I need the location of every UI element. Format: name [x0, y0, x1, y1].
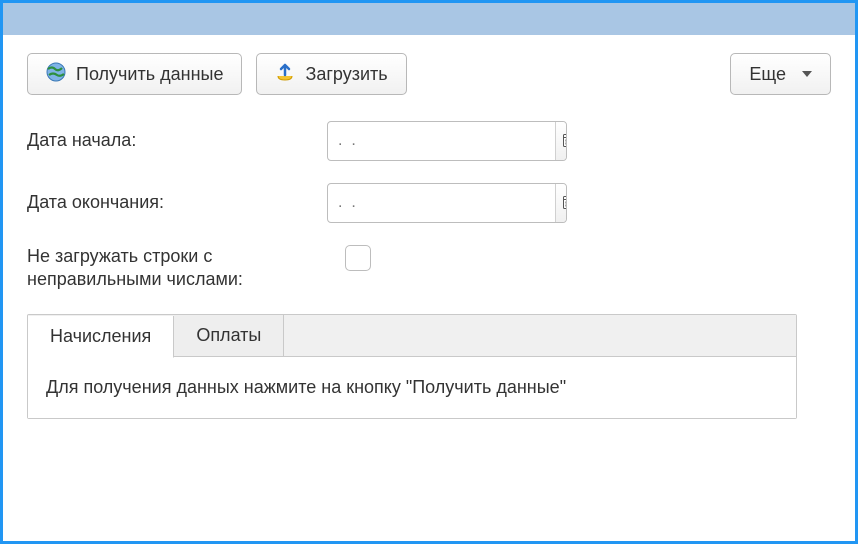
tab-charges-body: Для получения данных нажмите на кнопку "…	[28, 357, 796, 418]
upload-icon	[275, 62, 295, 87]
start-date-label: Дата начала:	[27, 129, 327, 152]
start-date-input[interactable]	[328, 122, 555, 160]
globe-icon	[46, 62, 66, 87]
more-label: Еще	[749, 64, 786, 85]
charges-hint-text: Для получения данных нажмите на кнопку "…	[46, 377, 566, 397]
start-date-row: Дата начала:	[27, 121, 831, 161]
more-button[interactable]: Еще	[730, 53, 831, 95]
end-date-label: Дата окончания:	[27, 191, 327, 214]
skip-bad-rows-row: Не загружать строки с неправильными числ…	[27, 245, 831, 292]
tab-payments[interactable]: Оплаты	[174, 315, 284, 356]
get-data-button[interactable]: Получить данные	[27, 53, 242, 95]
end-date-field	[327, 183, 567, 223]
calendar-icon	[562, 132, 567, 151]
upload-button[interactable]: Загрузить	[256, 53, 406, 95]
toolbar: Получить данные Загрузить Еще	[27, 53, 831, 95]
get-data-label: Получить данные	[76, 64, 223, 85]
upload-label: Загрузить	[305, 64, 387, 85]
end-date-input[interactable]	[328, 184, 555, 222]
tab-charges[interactable]: Начисления	[28, 316, 174, 358]
chevron-down-icon	[802, 71, 812, 77]
tabstrip: Начисления Оплаты	[28, 315, 796, 357]
end-date-row: Дата окончания:	[27, 183, 831, 223]
tabs-container: Начисления Оплаты Для получения данных н…	[27, 314, 797, 419]
window-titlebar[interactable]	[3, 3, 855, 35]
start-date-field	[327, 121, 567, 161]
dialog-window: Получить данные Загрузить Еще Дата начал…	[0, 0, 858, 544]
dialog-content: Получить данные Загрузить Еще Дата начал…	[3, 35, 855, 541]
calendar-icon	[562, 194, 567, 213]
start-date-picker-button[interactable]	[555, 122, 567, 160]
skip-bad-rows-label: Не загружать строки с неправильными числ…	[27, 245, 327, 292]
tab-payments-label: Оплаты	[196, 325, 261, 345]
end-date-picker-button[interactable]	[555, 184, 567, 222]
tab-charges-label: Начисления	[50, 326, 151, 346]
skip-bad-rows-checkbox[interactable]	[345, 245, 371, 271]
